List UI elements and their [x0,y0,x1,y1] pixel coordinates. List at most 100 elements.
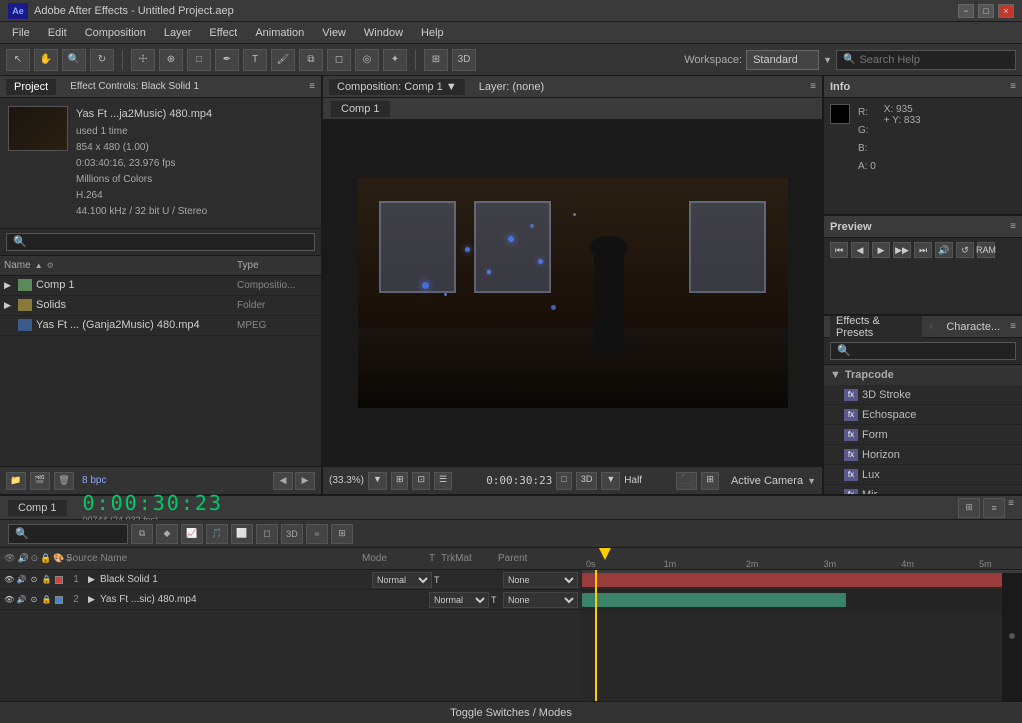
maximize-button[interactable]: □ [978,4,994,18]
effects-category-trapcode[interactable]: ▼ Trapcode [824,365,1022,385]
menu-animation[interactable]: Animation [247,25,312,41]
effects-menu-icon[interactable]: ≡ [1010,321,1016,332]
track-bar-1[interactable] [582,573,1022,587]
effects-search-input[interactable] [830,342,1016,360]
tl-audio-button[interactable]: 🎵 [206,524,228,544]
tool-brush[interactable]: 🖌 [271,49,295,71]
preview-menu-icon[interactable]: ≡ [1010,221,1016,232]
next-frame-button[interactable]: ▶ [295,472,315,490]
close-button[interactable]: × [998,4,1014,18]
layer-2-solo[interactable]: ⊙ [29,594,39,606]
menu-edit[interactable]: Edit [40,25,75,41]
grid-button[interactable]: ⊞ [391,472,409,490]
tl-render-button[interactable]: ⬜ [231,524,253,544]
tl-motion-blur-button[interactable]: ≈ [306,524,328,544]
new-folder-button[interactable]: 📁 [6,472,26,490]
tool-text[interactable]: T [243,49,267,71]
pixel-aspect[interactable]: ⊞ [701,472,719,490]
zoom-select[interactable]: ▼ [368,472,387,490]
comp-menu-icon[interactable]: ≡ [810,81,816,92]
tab-effect-controls[interactable]: Effect Controls: Black Solid 1 [62,79,207,94]
tab-effects-presets[interactable]: Effects & Presets [830,316,922,340]
comp-viewer[interactable] [323,120,822,466]
search-input[interactable] [859,54,999,66]
menu-help[interactable]: Help [413,25,452,41]
layer-2-expand[interactable]: ▶ [88,594,98,605]
play-button[interactable]: ▶ [872,242,890,258]
tool-clone[interactable]: ⧉ [299,49,323,71]
effects-item[interactable]: fx Mir [824,485,1022,494]
track-row-2[interactable] [582,590,1022,610]
transparency-button[interactable]: ⬛ [676,472,697,490]
layer-2-color[interactable] [54,594,64,606]
tab-layer[interactable]: Layer: (none) [471,79,552,95]
camera-options[interactable]: □ [556,472,571,490]
timeline-menu-icon[interactable]: ≡ [1008,498,1014,518]
menu-file[interactable]: File [4,25,38,41]
tl-keyframe-button[interactable]: ◆ [156,524,178,544]
tool-mask[interactable]: □ [187,49,211,71]
tool-zoom-in[interactable]: 🔍 [62,49,86,71]
tl-mask-button[interactable]: ◻ [256,524,278,544]
tool-anchor[interactable]: ⊕ [159,49,183,71]
go-start-button[interactable]: ⏮ [830,242,848,258]
layer-1-mode[interactable]: Normal [372,572,432,588]
delete-button[interactable]: 🗑 [54,472,74,490]
prev-frame-button[interactable]: ◀ [273,472,293,490]
tab-comp-timeline[interactable]: Comp 1 [8,500,67,516]
info-menu-icon[interactable]: ≡ [1010,81,1016,92]
tl-composition-button[interactable]: ⧉ [131,524,153,544]
menu-view[interactable]: View [314,25,354,41]
timeline-search-input[interactable] [8,524,128,544]
minimize-button[interactable]: − [958,4,974,18]
tl-graph-button[interactable]: 📈 [181,524,203,544]
layer-1-audio[interactable]: 🔊 [16,574,26,586]
layer-2-lock[interactable]: 🔒 [41,594,51,606]
tool-snap[interactable]: ⊞ [424,49,448,71]
layer-1-lock[interactable]: 🔒 [41,574,51,586]
regions-button[interactable]: ☰ [434,472,452,490]
tab-character[interactable]: Characte... [940,320,1006,334]
tool-pen[interactable]: ✒ [215,49,239,71]
prev-frame-button[interactable]: ◀ [851,242,869,258]
tool-eraser[interactable]: ◻ [327,49,351,71]
tab-project[interactable]: Project [6,79,56,95]
tl-3d-button[interactable]: 3D [281,524,303,544]
list-item[interactable]: ▶ Solids Folder [0,296,321,316]
list-item[interactable]: Yas Ft ... (Ganja2Music) 480.mp4 MPEG [0,316,321,336]
menu-effect[interactable]: Effect [201,25,245,41]
workspace-select[interactable]: Standard [746,50,819,70]
layer-2-visibility[interactable]: 👁 [4,594,14,606]
effects-item[interactable]: fx 3D Stroke [824,385,1022,405]
effects-item[interactable]: fx Form [824,425,1022,445]
tool-puppet[interactable]: ✦ [383,49,407,71]
menu-window[interactable]: Window [356,25,411,41]
go-end-button[interactable]: ⏭ [914,242,932,258]
list-item[interactable]: ▶ Comp 1 Compositio... [0,276,321,296]
menu-layer[interactable]: Layer [156,25,200,41]
track-row-1[interactable] [582,570,1022,590]
new-comp-button[interactable]: 🎬 [30,472,50,490]
layer-2-parent[interactable]: None [503,592,578,608]
layer-1-expand[interactable]: ▶ [88,574,98,585]
panel-menu-icon[interactable]: ≡ [309,81,315,92]
menu-composition[interactable]: Composition [77,25,154,41]
layer-2-audio[interactable]: 🔊 [16,594,26,606]
layer-1-solo[interactable]: ⊙ [29,574,39,586]
effects-item[interactable]: fx Horizon [824,445,1022,465]
layer-1-visibility[interactable]: 👁 [4,574,14,586]
tool-3d[interactable]: 3D [452,49,476,71]
3d-renderer[interactable]: 3D [576,472,598,490]
timeline-options-button[interactable]: ⊞ [958,498,980,518]
layer-1-parent[interactable]: None [503,572,578,588]
timeline-expand-button[interactable]: ≡ [983,498,1005,518]
tool-arrow[interactable]: ↖ [6,49,30,71]
loop-button[interactable]: ↺ [956,242,974,258]
tl-frame-blend-button[interactable]: ⊞ [331,524,353,544]
tool-move[interactable]: ✋ [34,49,58,71]
effects-item[interactable]: fx Echospace [824,405,1022,425]
track-bar-2[interactable] [582,593,846,607]
tab-composition[interactable]: Composition: Comp 1 ▼ [329,79,465,95]
tool-pan[interactable]: ☩ [131,49,155,71]
ram-button[interactable]: RAM [977,242,995,258]
